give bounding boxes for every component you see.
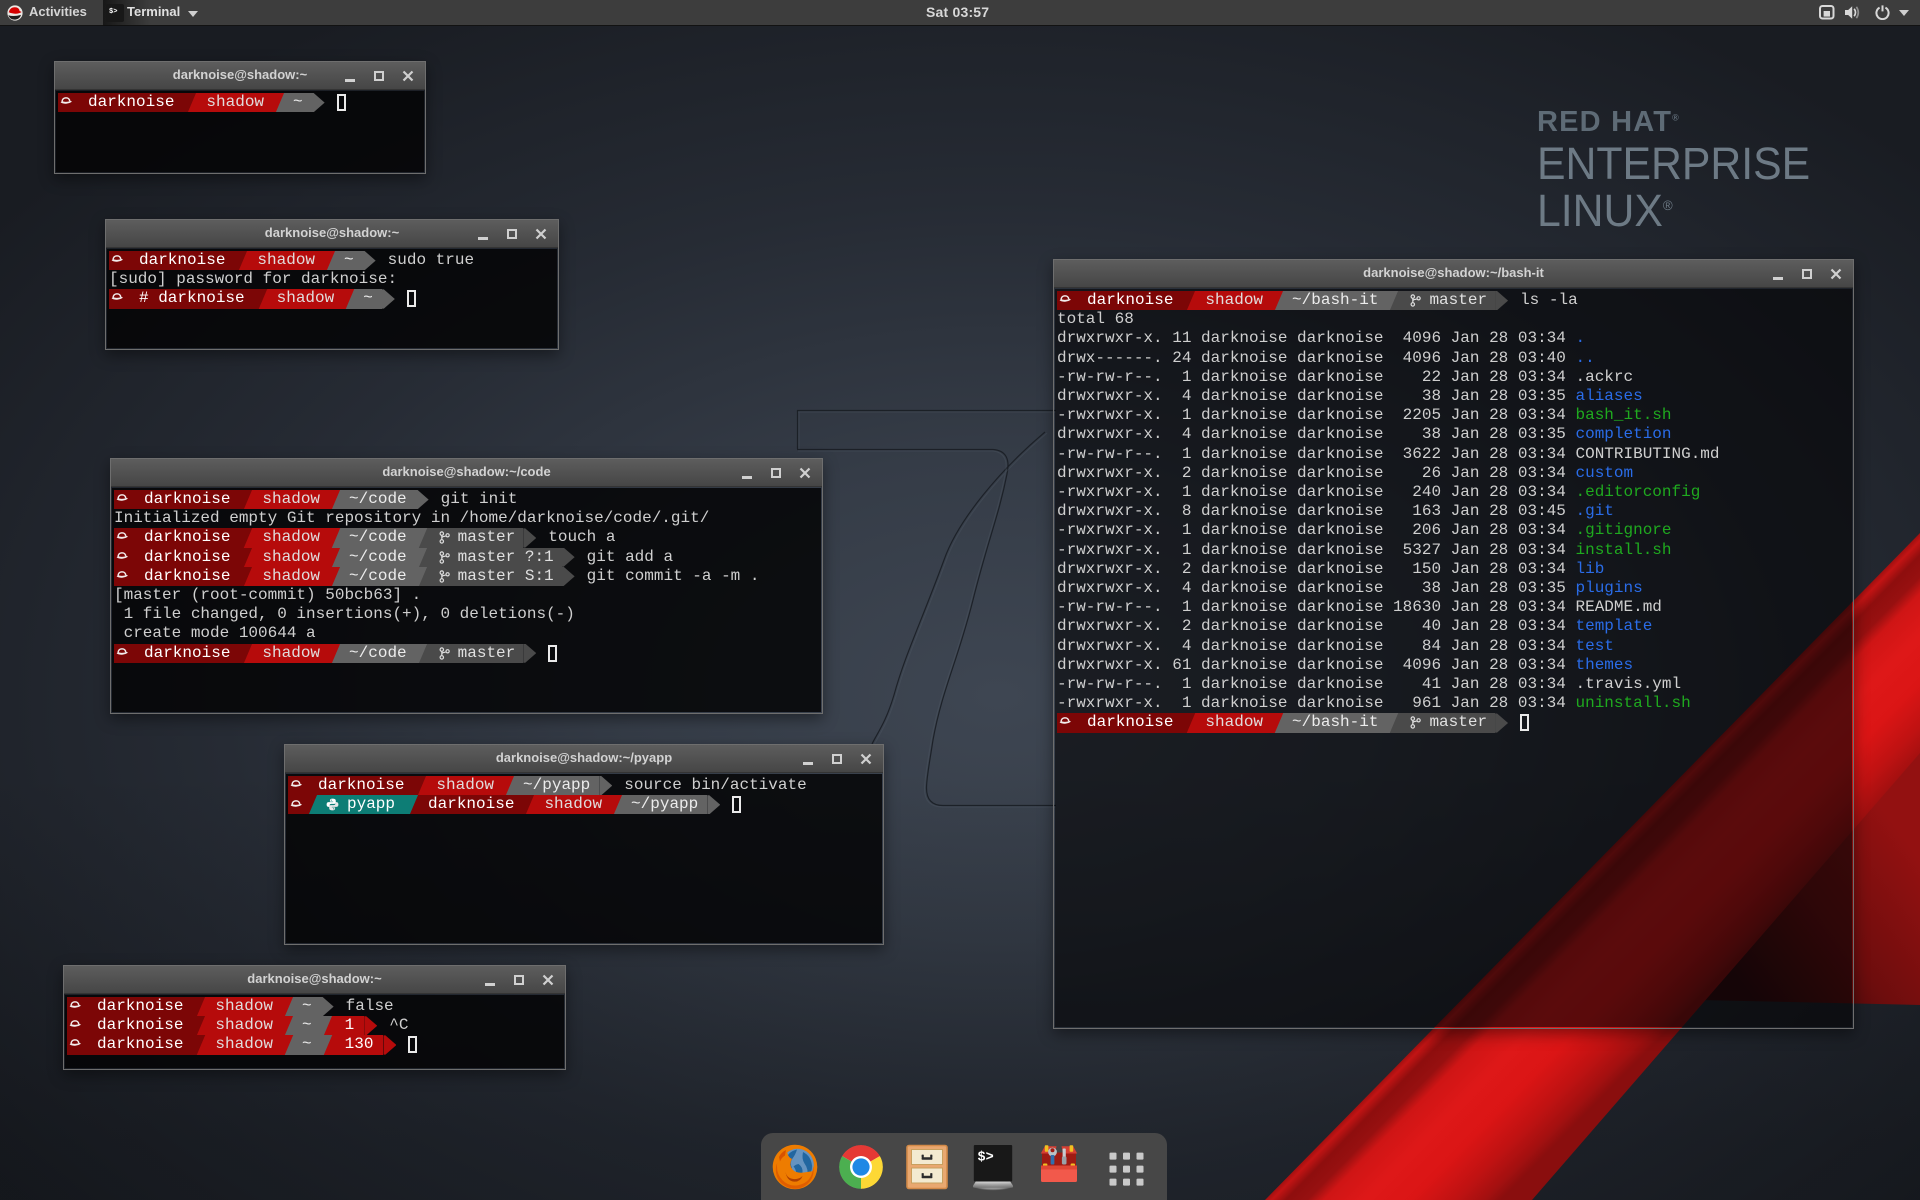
svg-text:$>: $> — [109, 8, 117, 16]
svg-text:$>: $> — [978, 1151, 994, 1166]
